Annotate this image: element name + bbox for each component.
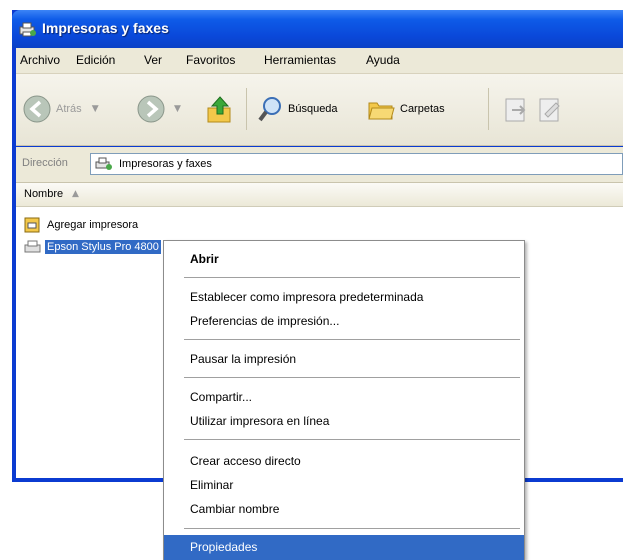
menu-item-rename[interactable]: Cambiar nombre <box>164 497 524 523</box>
menu-item-label: Propiedades <box>190 540 258 554</box>
copy-to-icon <box>539 98 560 122</box>
column-name-label: Nombre <box>24 188 64 200</box>
forward-arrow-icon <box>137 95 165 123</box>
back-arrow-icon <box>23 95 51 123</box>
menu-bar: Archivo Edición Ver Favoritos Herramient… <box>16 48 623 74</box>
folders-label: Carpetas <box>400 103 445 115</box>
search-label: Búsqueda <box>288 103 338 115</box>
up-folder-button[interactable] <box>206 92 234 126</box>
toolbar-separator <box>246 88 247 130</box>
title-bar[interactable]: Impresoras y faxes <box>12 10 623 48</box>
name-column-header[interactable]: Nombre ▲ <box>16 183 623 207</box>
search-icon <box>258 97 281 122</box>
menu-item-label: Abrir <box>190 252 219 266</box>
menu-item-print-preferences[interactable]: Preferencias de impresión... <box>164 309 524 335</box>
list-item-epson-printer[interactable]: Epson Stylus Pro 4800 <box>24 237 161 257</box>
up-folder-icon <box>207 96 231 123</box>
list-item-label: Agregar impresora <box>47 219 139 231</box>
menu-item-open[interactable]: Abrir <box>164 247 524 273</box>
window-title: Impresoras y faxes <box>42 20 169 36</box>
menu-ver[interactable]: Ver <box>144 53 162 67</box>
menu-separator <box>184 528 520 529</box>
menu-favoritos[interactable]: Favoritos <box>186 53 235 67</box>
menu-item-label: Utilizar impresora en línea <box>190 414 330 428</box>
menu-item-label: Cambiar nombre <box>190 502 280 516</box>
menu-item-set-default[interactable]: Establecer como impresora predeterminada <box>164 285 524 311</box>
menu-separator <box>184 277 520 278</box>
add-printer-icon <box>24 217 40 233</box>
forward-button[interactable]: ▼ <box>136 92 181 126</box>
menu-item-share[interactable]: Compartir... <box>164 385 524 411</box>
toolbar-separator <box>488 88 489 130</box>
menu-ayuda[interactable]: Ayuda <box>366 53 400 67</box>
context-menu: Abrir Establecer como impresora predeter… <box>163 240 525 560</box>
menu-item-label: Pausar la impresión <box>190 352 297 366</box>
menu-item-label: Establecer como impresora predeterminada <box>190 290 424 304</box>
back-button[interactable]: Atrás ▼ <box>22 92 99 126</box>
list-item-label: Epson Stylus Pro 4800 <box>45 240 161 254</box>
menu-item-label: Eliminar <box>190 478 234 492</box>
menu-item-use-online[interactable]: Utilizar impresora en línea <box>164 409 524 435</box>
back-label: Atrás <box>56 103 82 115</box>
menu-separator <box>184 339 520 340</box>
menu-item-label: Compartir... <box>190 390 253 404</box>
list-item-add-printer[interactable]: Agregar impresora <box>24 215 140 235</box>
printer-icon <box>24 240 41 253</box>
menu-edicion[interactable]: Edición <box>76 53 115 67</box>
folders-button[interactable]: Carpetas <box>366 92 445 126</box>
menu-item-create-shortcut[interactable]: Crear acceso directo <box>164 449 524 475</box>
menu-item-label: Crear acceso directo <box>190 454 301 468</box>
address-field[interactable]: Impresoras y faxes <box>90 153 623 175</box>
search-button[interactable]: Búsqueda <box>256 92 338 126</box>
address-label: Dirección <box>22 157 68 169</box>
forward-dropdown-icon[interactable]: ▼ <box>174 104 181 114</box>
printer-folder-icon <box>19 22 36 37</box>
menu-item-properties[interactable]: Propiedades <box>164 535 524 560</box>
folders-icon <box>368 102 395 120</box>
menu-item-label: Preferencias de impresión... <box>190 314 340 328</box>
move-to-button[interactable] <box>502 92 530 126</box>
menu-item-pause-printing[interactable]: Pausar la impresión <box>164 347 524 373</box>
printer-folder-icon <box>95 157 112 170</box>
menu-separator <box>184 377 520 378</box>
menu-item-delete[interactable]: Eliminar <box>164 473 524 499</box>
address-value: Impresoras y faxes <box>119 158 212 170</box>
move-to-icon <box>505 98 526 122</box>
toolbar: Atrás ▼ ▼ Búsqueda Carpetas <box>16 74 623 146</box>
menu-separator <box>184 439 520 440</box>
sort-ascending-icon: ▲ <box>72 189 79 199</box>
menu-archivo[interactable]: Archivo <box>20 53 60 67</box>
menu-herramientas[interactable]: Herramientas <box>264 53 336 67</box>
address-bar: Dirección Impresoras y faxes <box>16 147 623 183</box>
copy-to-button[interactable] <box>536 92 564 126</box>
back-dropdown-icon[interactable]: ▼ <box>92 104 99 114</box>
